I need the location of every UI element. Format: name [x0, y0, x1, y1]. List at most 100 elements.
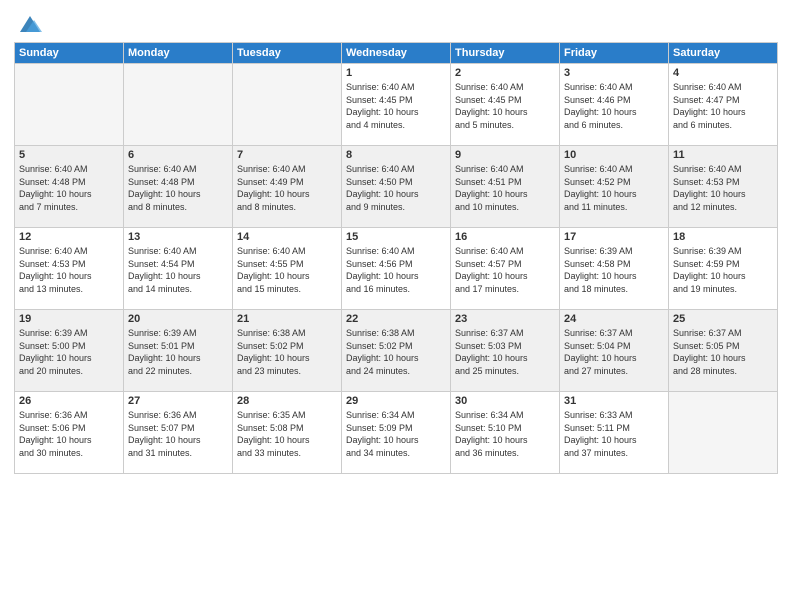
day-number: 20: [128, 313, 228, 325]
logo: [14, 14, 44, 36]
day-number: 31: [564, 395, 664, 407]
calendar-header-saturday: Saturday: [669, 43, 778, 64]
calendar-header-sunday: Sunday: [15, 43, 124, 64]
day-number: 3: [564, 67, 664, 79]
day-info: Sunrise: 6:40 AM Sunset: 4:53 PM Dayligh…: [673, 163, 773, 213]
calendar-day-cell: 17Sunrise: 6:39 AM Sunset: 4:58 PM Dayli…: [560, 228, 669, 310]
calendar-day-cell: 29Sunrise: 6:34 AM Sunset: 5:09 PM Dayli…: [342, 392, 451, 474]
day-number: 26: [19, 395, 119, 407]
day-info: Sunrise: 6:40 AM Sunset: 4:46 PM Dayligh…: [564, 81, 664, 131]
calendar-week-row: 5 Sunrise: 6:40 AM Sunset: 4:48 PM Daylig…: [15, 146, 778, 228]
calendar-day-cell: [15, 64, 124, 146]
day-number: 28: [237, 395, 337, 407]
day-number: 9: [455, 149, 555, 161]
day-number: 27: [128, 395, 228, 407]
day-info: Sunrise: 6:37 AM Sunset: 5:05 PM Dayligh…: [673, 327, 773, 377]
page-container: SundayMondayTuesdayWednesdayThursdayFrid…: [0, 0, 792, 612]
day-info: Sunrise: 6:35 AM Sunset: 5:08 PM Dayligh…: [237, 409, 337, 459]
calendar-day-cell: 7 Sunrise: 6:40 AM Sunset: 4:49 PM Daylig…: [233, 146, 342, 228]
calendar-header-row: SundayMondayTuesdayWednesdayThursdayFrid…: [15, 43, 778, 64]
calendar-day-cell: 2 Sunrise: 6:40 AM Sunset: 4:45 PM Daylig…: [451, 64, 560, 146]
day-number: 16: [455, 231, 555, 243]
day-number: 8: [346, 149, 446, 161]
day-info: Sunrise: 6:40 AM Sunset: 4:53 PM Dayligh…: [19, 245, 119, 295]
calendar-day-cell: 1 Sunrise: 6:40 AM Sunset: 4:45 PM Daylig…: [342, 64, 451, 146]
day-number: 2: [455, 67, 555, 79]
calendar-day-cell: [669, 392, 778, 474]
calendar-day-cell: 27 Sunrise: 6:36 AM Sunset: 5:07 PM Dayli…: [124, 392, 233, 474]
day-info: Sunrise: 6:40 AM Sunset: 4:57 PM Dayligh…: [455, 245, 555, 295]
calendar-header-thursday: Thursday: [451, 43, 560, 64]
calendar-header-friday: Friday: [560, 43, 669, 64]
calendar-day-cell: 22 Sunrise: 6:38 AM Sunset: 5:02 PM Dayli…: [342, 310, 451, 392]
day-number: 7: [237, 149, 337, 161]
calendar-header-tuesday: Tuesday: [233, 43, 342, 64]
calendar-day-cell: 15 Sunrise: 6:40 AM Sunset: 4:56 PM Dayli…: [342, 228, 451, 310]
day-number: 17: [564, 231, 664, 243]
calendar-day-cell: 21Sunrise: 6:38 AM Sunset: 5:02 PM Dayli…: [233, 310, 342, 392]
day-info: Sunrise: 6:40 AM Sunset: 4:55 PM Dayligh…: [237, 245, 337, 295]
calendar-week-row: 19Sunrise: 6:39 AM Sunset: 5:00 PM Dayli…: [15, 310, 778, 392]
day-info: Sunrise: 6:40 AM Sunset: 4:47 PM Dayligh…: [673, 81, 773, 131]
calendar-day-cell: 31Sunrise: 6:33 AM Sunset: 5:11 PM Dayli…: [560, 392, 669, 474]
day-info: Sunrise: 6:40 AM Sunset: 4:45 PM Dayligh…: [455, 81, 555, 131]
day-info: Sunrise: 6:40 AM Sunset: 4:56 PM Dayligh…: [346, 245, 446, 295]
day-info: Sunrise: 6:40 AM Sunset: 4:52 PM Dayligh…: [564, 163, 664, 213]
calendar-day-cell: 23Sunrise: 6:37 AM Sunset: 5:03 PM Dayli…: [451, 310, 560, 392]
day-info: Sunrise: 6:39 AM Sunset: 5:00 PM Dayligh…: [19, 327, 119, 377]
calendar-day-cell: 6 Sunrise: 6:40 AM Sunset: 4:48 PM Daylig…: [124, 146, 233, 228]
day-number: 4: [673, 67, 773, 79]
day-info: Sunrise: 6:37 AM Sunset: 5:04 PM Dayligh…: [564, 327, 664, 377]
day-number: 18: [673, 231, 773, 243]
day-number: 6: [128, 149, 228, 161]
day-number: 30: [455, 395, 555, 407]
day-number: 5: [19, 149, 119, 161]
day-number: 1: [346, 67, 446, 79]
day-info: Sunrise: 6:37 AM Sunset: 5:03 PM Dayligh…: [455, 327, 555, 377]
logo-icon: [16, 12, 44, 36]
day-number: 10: [564, 149, 664, 161]
calendar-day-cell: 26Sunrise: 6:36 AM Sunset: 5:06 PM Dayli…: [15, 392, 124, 474]
calendar-day-cell: 8 Sunrise: 6:40 AM Sunset: 4:50 PM Daylig…: [342, 146, 451, 228]
day-number: 13: [128, 231, 228, 243]
calendar-day-cell: 24 Sunrise: 6:37 AM Sunset: 5:04 PM Dayli…: [560, 310, 669, 392]
day-info: Sunrise: 6:40 AM Sunset: 4:48 PM Dayligh…: [128, 163, 228, 213]
calendar-day-cell: 16 Sunrise: 6:40 AM Sunset: 4:57 PM Dayli…: [451, 228, 560, 310]
calendar-day-cell: [124, 64, 233, 146]
calendar-day-cell: 19Sunrise: 6:39 AM Sunset: 5:00 PM Dayli…: [15, 310, 124, 392]
day-number: 11: [673, 149, 773, 161]
day-number: 29: [346, 395, 446, 407]
calendar-day-cell: 11 Sunrise: 6:40 AM Sunset: 4:53 PM Dayli…: [669, 146, 778, 228]
day-info: Sunrise: 6:40 AM Sunset: 4:48 PM Dayligh…: [19, 163, 119, 213]
day-info: Sunrise: 6:40 AM Sunset: 4:49 PM Dayligh…: [237, 163, 337, 213]
day-number: 15: [346, 231, 446, 243]
calendar-day-cell: 14 Sunrise: 6:40 AM Sunset: 4:55 PM Dayli…: [233, 228, 342, 310]
day-info: Sunrise: 6:40 AM Sunset: 4:51 PM Dayligh…: [455, 163, 555, 213]
header: [14, 10, 778, 36]
calendar-day-cell: 10 Sunrise: 6:40 AM Sunset: 4:52 PM Dayli…: [560, 146, 669, 228]
calendar-day-cell: 13 Sunrise: 6:40 AM Sunset: 4:54 PM Dayli…: [124, 228, 233, 310]
day-info: Sunrise: 6:40 AM Sunset: 4:54 PM Dayligh…: [128, 245, 228, 295]
day-number: 24: [564, 313, 664, 325]
day-number: 25: [673, 313, 773, 325]
calendar-week-row: 12 Sunrise: 6:40 AM Sunset: 4:53 PM Dayli…: [15, 228, 778, 310]
calendar-week-row: 26Sunrise: 6:36 AM Sunset: 5:06 PM Dayli…: [15, 392, 778, 474]
calendar-day-cell: 18 Sunrise: 6:39 AM Sunset: 4:59 PM Dayli…: [669, 228, 778, 310]
calendar-day-cell: 5 Sunrise: 6:40 AM Sunset: 4:48 PM Daylig…: [15, 146, 124, 228]
day-info: Sunrise: 6:40 AM Sunset: 4:45 PM Dayligh…: [346, 81, 446, 131]
calendar-day-cell: [233, 64, 342, 146]
day-number: 12: [19, 231, 119, 243]
calendar-day-cell: 4 Sunrise: 6:40 AM Sunset: 4:47 PM Daylig…: [669, 64, 778, 146]
day-number: 22: [346, 313, 446, 325]
day-number: 14: [237, 231, 337, 243]
calendar-header-monday: Monday: [124, 43, 233, 64]
calendar-week-row: 1 Sunrise: 6:40 AM Sunset: 4:45 PM Daylig…: [15, 64, 778, 146]
day-info: Sunrise: 6:39 AM Sunset: 5:01 PM Dayligh…: [128, 327, 228, 377]
day-info: Sunrise: 6:40 AM Sunset: 4:50 PM Dayligh…: [346, 163, 446, 213]
calendar-day-cell: 3 Sunrise: 6:40 AM Sunset: 4:46 PM Daylig…: [560, 64, 669, 146]
day-info: Sunrise: 6:39 AM Sunset: 4:59 PM Dayligh…: [673, 245, 773, 295]
day-info: Sunrise: 6:36 AM Sunset: 5:07 PM Dayligh…: [128, 409, 228, 459]
day-info: Sunrise: 6:38 AM Sunset: 5:02 PM Dayligh…: [346, 327, 446, 377]
calendar-day-cell: 20 Sunrise: 6:39 AM Sunset: 5:01 PM Dayli…: [124, 310, 233, 392]
calendar-day-cell: 12 Sunrise: 6:40 AM Sunset: 4:53 PM Dayli…: [15, 228, 124, 310]
